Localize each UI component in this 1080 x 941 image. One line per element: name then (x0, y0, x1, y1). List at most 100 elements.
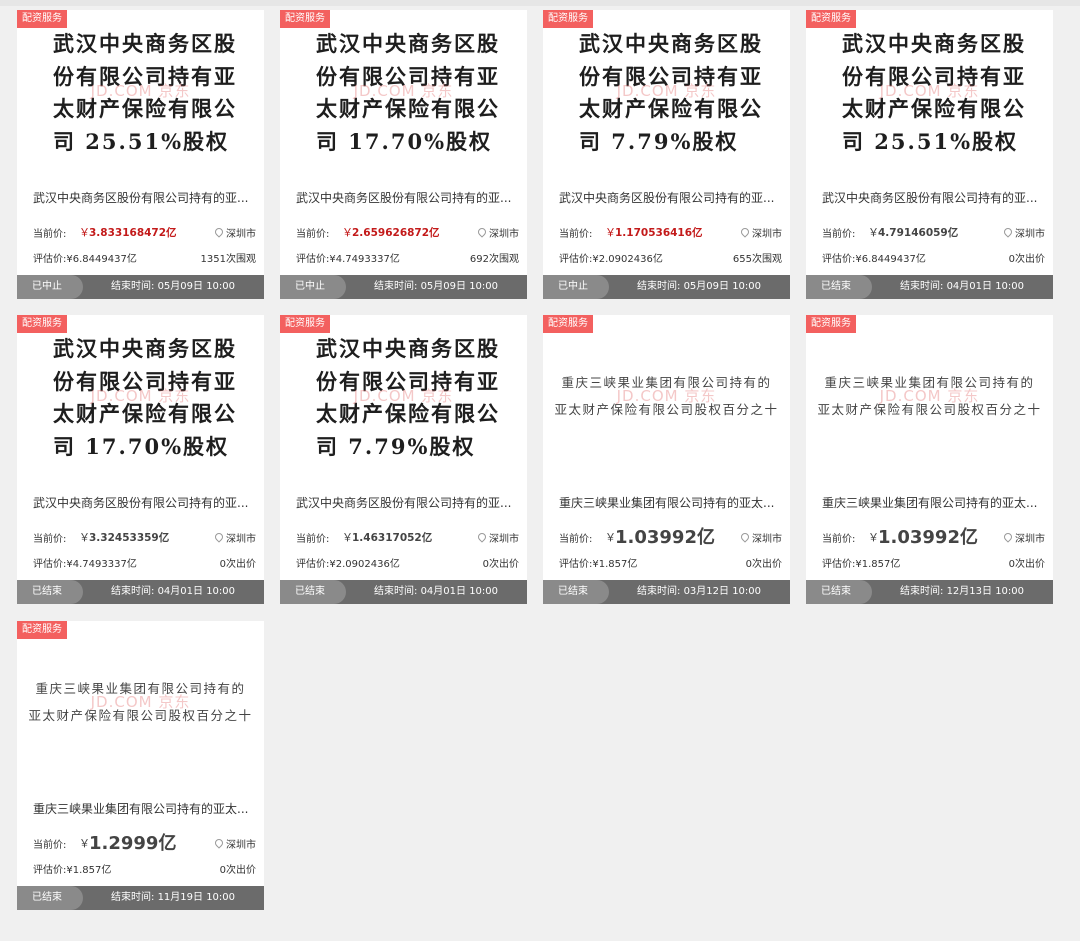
status-badge: 已结束 (17, 580, 83, 604)
item-thumbnail[interactable]: 武汉中央商务区股 份有限公司持有亚 太财产保险有限公司 7.79%股权 JD.COM … (543, 10, 790, 183)
watermark: JD.COM 京东 (90, 82, 191, 100)
eval-row: 评估价:¥2.0902436亿 0次出价 (296, 555, 519, 570)
auction-card[interactable]: 武汉中央商务区股 份有限公司持有亚 太财产保险有限公司 25.51%股权 JD.COM… (17, 10, 264, 299)
auction-card[interactable]: 重庆三峡果业集团有限公司持有的 亚太财产保险有限公司股权百分之十 JD.COM 京东… (543, 315, 790, 604)
item-thumbnail[interactable]: 武汉中央商务区股 份有限公司持有亚 太财产保险有限公司 25.51%股权 JD.COM… (17, 10, 264, 183)
eval-row: 评估价:¥1.857亿 0次出价 (33, 861, 256, 876)
item-title-link[interactable]: 重庆三峡果业集团有限公司持有的亚太... (559, 494, 781, 511)
current-price: 4.79146059亿 (878, 227, 959, 239)
location-text: 深圳市 (489, 229, 519, 240)
item-thumbnail[interactable]: 重庆三峡果业集团有限公司持有的 亚太财产保险有限公司股权百分之十 JD.COM 京东 (17, 621, 264, 794)
watermark: JD.COM 京东 (616, 82, 717, 100)
eval-label: 评估价: (296, 254, 330, 265)
item-title-link[interactable]: 武汉中央商务区股份有限公司持有的亚... (559, 189, 781, 206)
view-count: 0次出价 (219, 559, 256, 570)
status-bar: 已结束 结束时间: 04月01日 10:00 (806, 275, 1053, 299)
eval-price: ¥1.857亿 (855, 559, 901, 570)
item-title-link[interactable]: 武汉中央商务区股份有限公司持有的亚... (33, 494, 255, 511)
location: 深圳市 (476, 225, 519, 240)
status-bar: 已结束 结束时间: 03月12日 10:00 (543, 580, 790, 604)
end-time-value: 04月01日 10:00 (946, 281, 1025, 292)
price-row: 当前价: ￥ 1.170536416亿 深圳市 (559, 222, 782, 242)
status-bar: 已结束 结束时间: 11月19日 10:00 (17, 886, 264, 910)
status-badge: 已结束 (17, 886, 83, 910)
thumb-text-line: 武汉中央商务区股 (579, 31, 763, 56)
end-time-label: 结束时间: (111, 281, 158, 292)
eval-price: ¥2.0902436亿 (592, 254, 663, 265)
status-badge: 已中止 (17, 275, 83, 299)
status-badge: 已中止 (543, 275, 609, 299)
view-count: 0次出价 (219, 865, 256, 876)
end-time: 结束时间: 05月09日 10:00 (637, 275, 761, 299)
location-pin-icon (739, 226, 751, 238)
view-count: 0次出价 (1008, 559, 1045, 570)
item-thumbnail[interactable]: 武汉中央商务区股 份有限公司持有亚 太财产保险有限公司 17.70%股权 JD.COM… (17, 315, 264, 488)
current-price-label: 当前价: (822, 534, 856, 545)
current-price: 1.2999亿 (89, 833, 177, 854)
item-thumbnail[interactable]: 武汉中央商务区股 份有限公司持有亚 太财产保险有限公司 7.79%股权 JD.COM … (280, 315, 527, 488)
status-badge: 已结束 (543, 580, 609, 604)
watermark: JD.COM 京东 (616, 387, 717, 405)
view-count: 692次围观 (469, 254, 519, 265)
end-time: 结束时间: 04月01日 10:00 (900, 275, 1024, 299)
location-text: 深圳市 (752, 534, 782, 545)
view-count: 1351次围观 (200, 254, 256, 265)
item-thumbnail[interactable]: 武汉中央商务区股 份有限公司持有亚 太财产保险有限公司 25.51%股权 JD.COM… (806, 10, 1053, 183)
top-divider (0, 0, 1080, 6)
eval-row: 评估价:¥2.0902436亿 655次围观 (559, 250, 782, 265)
current-price-label: 当前价: (822, 229, 856, 240)
eval-price: ¥1.857亿 (592, 559, 638, 570)
end-time-label: 结束时间: (900, 281, 947, 292)
view-count: 655次围观 (732, 254, 782, 265)
auction-card[interactable]: 武汉中央商务区股 份有限公司持有亚 太财产保险有限公司 17.70%股权 JD.COM… (280, 10, 527, 299)
location-text: 深圳市 (1015, 534, 1045, 545)
eval-row: 评估价:¥4.7493337亿 0次出价 (33, 555, 256, 570)
location-pin-icon (1002, 226, 1014, 238)
item-thumbnail[interactable]: 重庆三峡果业集团有限公司持有的 亚太财产保险有限公司股权百分之十 JD.COM 京东 (806, 315, 1053, 488)
eval-price: ¥4.7493337亿 (66, 559, 137, 570)
auction-card[interactable]: 重庆三峡果业集团有限公司持有的 亚太财产保险有限公司股权百分之十 JD.COM 京东… (806, 315, 1053, 604)
view-count: 0次出价 (1008, 254, 1045, 265)
price-row: 当前价: ￥ 2.659626872亿 深圳市 (296, 222, 519, 242)
item-title-link[interactable]: 武汉中央商务区股份有限公司持有的亚... (822, 189, 1044, 206)
watermark: JD.COM 京东 (90, 387, 191, 405)
auction-card[interactable]: 武汉中央商务区股 份有限公司持有亚 太财产保险有限公司 7.79%股权 JD.COM … (543, 10, 790, 299)
item-title-link[interactable]: 重庆三峡果业集团有限公司持有的亚太... (822, 494, 1044, 511)
location: 深圳市 (213, 225, 256, 240)
eval-label: 评估价: (33, 559, 67, 570)
status-bar: 已结束 结束时间: 12月13日 10:00 (806, 580, 1053, 604)
end-time: 结束时间: 11月19日 10:00 (111, 886, 235, 910)
view-count: 0次出价 (482, 559, 519, 570)
item-thumbnail[interactable]: 重庆三峡果业集团有限公司持有的 亚太财产保险有限公司股权百分之十 JD.COM 京东 (543, 315, 790, 488)
location-pin-icon (1002, 531, 1014, 543)
status-bar: 已结束 结束时间: 04月01日 10:00 (280, 580, 527, 604)
service-badge: 配资服务 (17, 621, 67, 639)
item-title-link[interactable]: 武汉中央商务区股份有限公司持有的亚... (296, 494, 518, 511)
current-price: 3.32453359亿 (89, 532, 170, 544)
location-pin-icon (739, 531, 751, 543)
current-price: 1.03992亿 (615, 527, 715, 548)
item-thumbnail[interactable]: 武汉中央商务区股 份有限公司持有亚 太财产保险有限公司 17.70%股权 JD.COM… (280, 10, 527, 183)
auction-card[interactable]: 武汉中央商务区股 份有限公司持有亚 太财产保险有限公司 17.70%股权 JD.COM… (17, 315, 264, 604)
thumb-text-line: 司 17.70%股权 (316, 128, 493, 154)
location-text: 深圳市 (1015, 229, 1045, 240)
auction-card[interactable]: 武汉中央商务区股 份有限公司持有亚 太财产保险有限公司 25.51%股权 JD.COM… (806, 10, 1053, 299)
eval-row: 评估价:¥6.8449437亿 0次出价 (822, 250, 1045, 265)
location: 深圳市 (739, 530, 782, 545)
item-title-link[interactable]: 武汉中央商务区股份有限公司持有的亚... (296, 189, 518, 206)
location-pin-icon (476, 226, 488, 238)
auction-card[interactable]: 重庆三峡果业集团有限公司持有的 亚太财产保险有限公司股权百分之十 JD.COM 京东… (17, 621, 264, 910)
end-time: 结束时间: 03月12日 10:00 (637, 580, 761, 604)
auction-card[interactable]: 武汉中央商务区股 份有限公司持有亚 太财产保险有限公司 7.79%股权 JD.COM … (280, 315, 527, 604)
end-time-label: 结束时间: (111, 586, 158, 597)
eval-price: ¥6.8449437亿 (66, 254, 137, 265)
end-time: 结束时间: 05月09日 10:00 (111, 275, 235, 299)
watermark: JD.COM 京东 (353, 82, 454, 100)
item-title-link[interactable]: 武汉中央商务区股份有限公司持有的亚... (33, 189, 255, 206)
eval-row: 评估价:¥1.857亿 0次出价 (559, 555, 782, 570)
eval-price: ¥4.7493337亿 (329, 254, 400, 265)
eval-label: 评估价: (822, 559, 856, 570)
item-title-link[interactable]: 重庆三峡果业集团有限公司持有的亚太... (33, 800, 255, 817)
eval-row: 评估价:¥4.7493337亿 692次围观 (296, 250, 519, 265)
thumb-text-line: 司 25.51%股权 (842, 128, 1019, 154)
